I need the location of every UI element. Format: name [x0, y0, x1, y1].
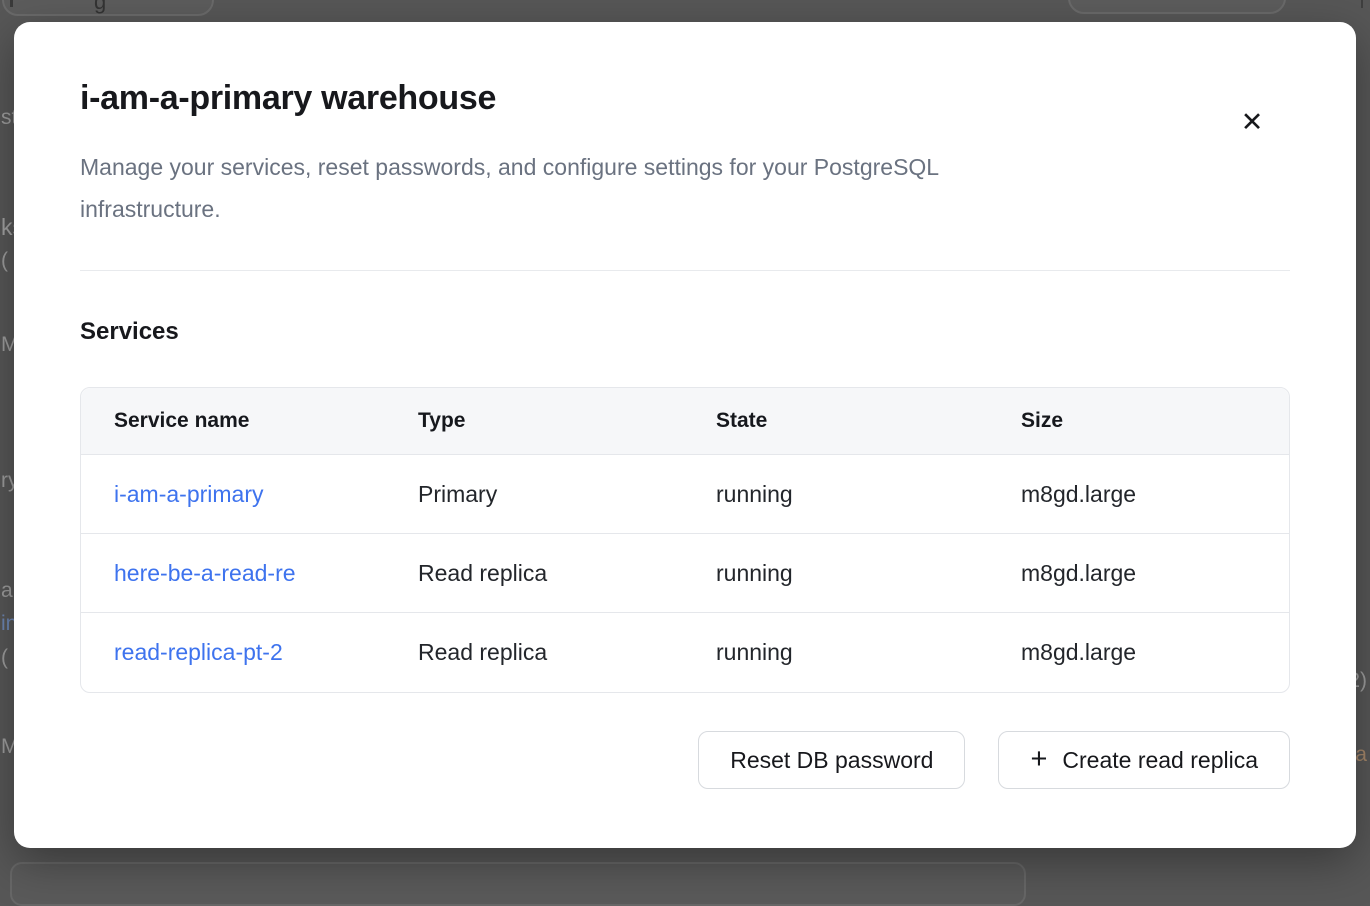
dialog-title: i-am-a-primary warehouse	[80, 76, 1290, 120]
background-button	[1068, 0, 1286, 14]
table-row: read-replica-pt-2 Read replica running m…	[81, 613, 1289, 692]
table-row: here-be-a-read-re Read replica running m…	[81, 534, 1289, 613]
service-state-cell: running	[683, 613, 988, 692]
service-size-cell: m8gd.large	[988, 613, 1289, 692]
dialog-footer: Reset DB password + Create read replica	[80, 731, 1290, 789]
close-button[interactable]: ✕	[1234, 104, 1270, 140]
service-link[interactable]: here-be-a-read-re	[114, 560, 296, 586]
divider	[80, 270, 1290, 271]
column-header-state: State	[683, 388, 988, 455]
table-row: i-am-a-primary Primary running m8gd.larg…	[81, 455, 1289, 534]
plus-icon: +	[1030, 745, 1047, 774]
dialog-description: Manage your services, reset passwords, a…	[80, 146, 1290, 230]
create-read-replica-button[interactable]: + Create read replica	[998, 731, 1290, 789]
services-table: Service name Type State Size i-am-a-prim…	[80, 387, 1290, 693]
dialog-description-line: Manage your services, reset passwords, a…	[80, 146, 1290, 188]
service-link[interactable]: read-replica-pt-2	[114, 639, 283, 665]
reset-db-password-button[interactable]: Reset DB password	[698, 731, 965, 789]
close-icon: ✕	[1241, 109, 1264, 136]
service-type-cell: Read replica	[385, 534, 683, 613]
column-header-service-name: Service name	[81, 388, 385, 455]
create-read-replica-label: Create read replica	[1062, 747, 1258, 774]
column-header-type: Type	[385, 388, 683, 455]
service-size-cell: m8gd.large	[988, 534, 1289, 613]
background-partial-glyph	[10, 0, 13, 7]
background-button-glyph: g	[94, 0, 106, 13]
dialog-description-line: infrastructure.	[80, 188, 1290, 230]
service-link[interactable]: i-am-a-primary	[114, 481, 264, 507]
background-text-fragment: (	[1, 248, 8, 273]
service-type-cell: Read replica	[385, 613, 683, 692]
background-text-fragment: (	[1, 645, 8, 670]
column-header-size: Size	[988, 388, 1289, 455]
reset-db-password-label: Reset DB password	[730, 747, 933, 774]
service-management-dialog: ✕ i-am-a-primary warehouse Manage your s…	[14, 22, 1356, 848]
service-state-cell: running	[683, 455, 988, 534]
service-state-cell: running	[683, 534, 988, 613]
service-type-cell: Primary	[385, 455, 683, 534]
background-card-edge	[10, 862, 1026, 906]
services-section-heading: Services	[80, 317, 1290, 347]
service-size-cell: m8gd.large	[988, 455, 1289, 534]
background-partial-glyph	[1361, 0, 1363, 8]
background-button	[2, 0, 214, 16]
table-header-row: Service name Type State Size	[81, 388, 1289, 455]
